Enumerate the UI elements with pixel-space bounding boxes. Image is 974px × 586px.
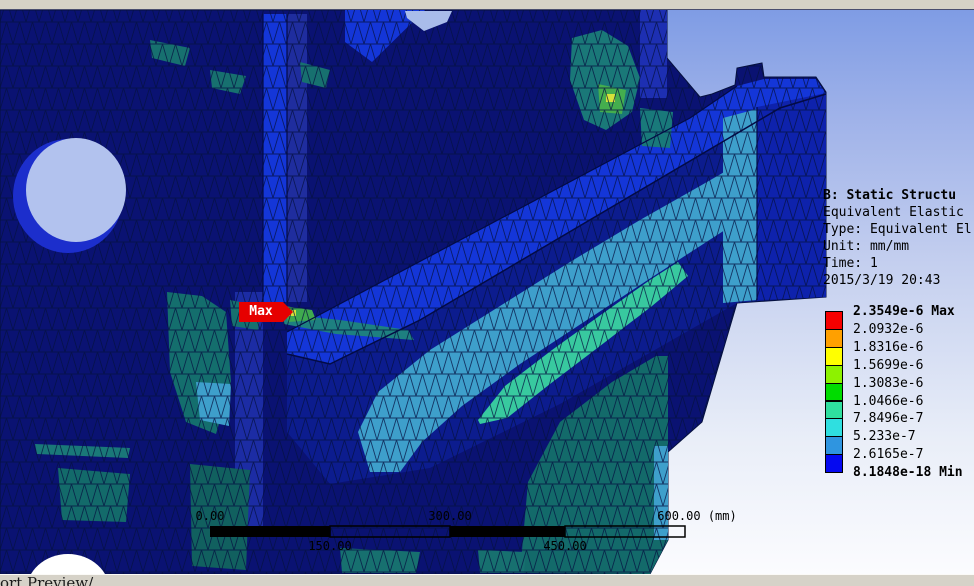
fe-mesh-overlay bbox=[0, 10, 826, 574]
legend-swatch bbox=[825, 436, 843, 456]
ruler-label: 300.00 bbox=[428, 509, 472, 523]
legend-swatch bbox=[825, 328, 843, 348]
legend-value: 8.1848e-18 Min bbox=[853, 465, 963, 481]
window-top-strip bbox=[0, 0, 974, 10]
legend-swatch bbox=[825, 454, 843, 474]
annotation-line: Equivalent Elastic bbox=[823, 205, 964, 220]
ruler-label: 0.00 bbox=[195, 509, 225, 523]
legend-value: 2.3549e-6 Max bbox=[853, 304, 955, 319]
ruler-label: 450.00 bbox=[543, 539, 587, 553]
fea-graphics-window: B: Static Structu Equivalent Elastic Type:… bbox=[0, 0, 974, 586]
scale-ruler-segment bbox=[450, 526, 565, 537]
legend-swatch bbox=[825, 364, 843, 384]
result-annotation-block: B: Static Structu Equivalent Elastic Type:… bbox=[823, 187, 972, 289]
bolt-hole bbox=[26, 138, 126, 242]
legend-value: 7.8496e-7 bbox=[853, 411, 924, 427]
legend-value: 2.0932e-6 bbox=[853, 321, 924, 337]
ruler-label: 600.00 (mm) bbox=[657, 509, 737, 523]
annotation-line: 2015/3/19 20:43 bbox=[823, 273, 941, 288]
legend-value: 1.5699e-6 bbox=[853, 357, 924, 373]
legend-swatch bbox=[825, 346, 843, 366]
annotation-line: Unit: mm/mm bbox=[823, 239, 910, 254]
max-probe-flag[interactable]: Max bbox=[239, 302, 293, 322]
contour-legend: 2.3549e-6 Max 2.0932e-6 1.8316e-6 1.5699e-6… bbox=[825, 304, 974, 491]
ruler-label: 150.00 bbox=[308, 539, 352, 553]
model-viewport-3d[interactable] bbox=[0, 0, 974, 586]
legend-swatch bbox=[825, 400, 843, 420]
legend-value: 2.6165e-7 bbox=[853, 447, 924, 463]
annotation-line: B: Static Structu bbox=[823, 188, 957, 203]
legend-swatch bbox=[825, 418, 843, 438]
legend-value: 5.233e-7 bbox=[853, 429, 916, 445]
legend-value: 1.0466e-6 bbox=[853, 393, 924, 409]
legend-value: 1.3083e-6 bbox=[853, 375, 924, 391]
annotation-line: Time: 1 bbox=[823, 256, 878, 271]
report-preview-tab[interactable]: ort Preview/ bbox=[0, 575, 93, 586]
legend-swatch bbox=[825, 311, 843, 330]
bottom-tab-strip: ort Preview/ bbox=[0, 574, 974, 586]
scale-ruler-segment bbox=[210, 526, 330, 537]
legend-value: 1.8316e-6 bbox=[853, 339, 924, 355]
legend-swatch bbox=[825, 382, 843, 402]
annotation-line: Type: Equivalent El bbox=[823, 222, 972, 237]
